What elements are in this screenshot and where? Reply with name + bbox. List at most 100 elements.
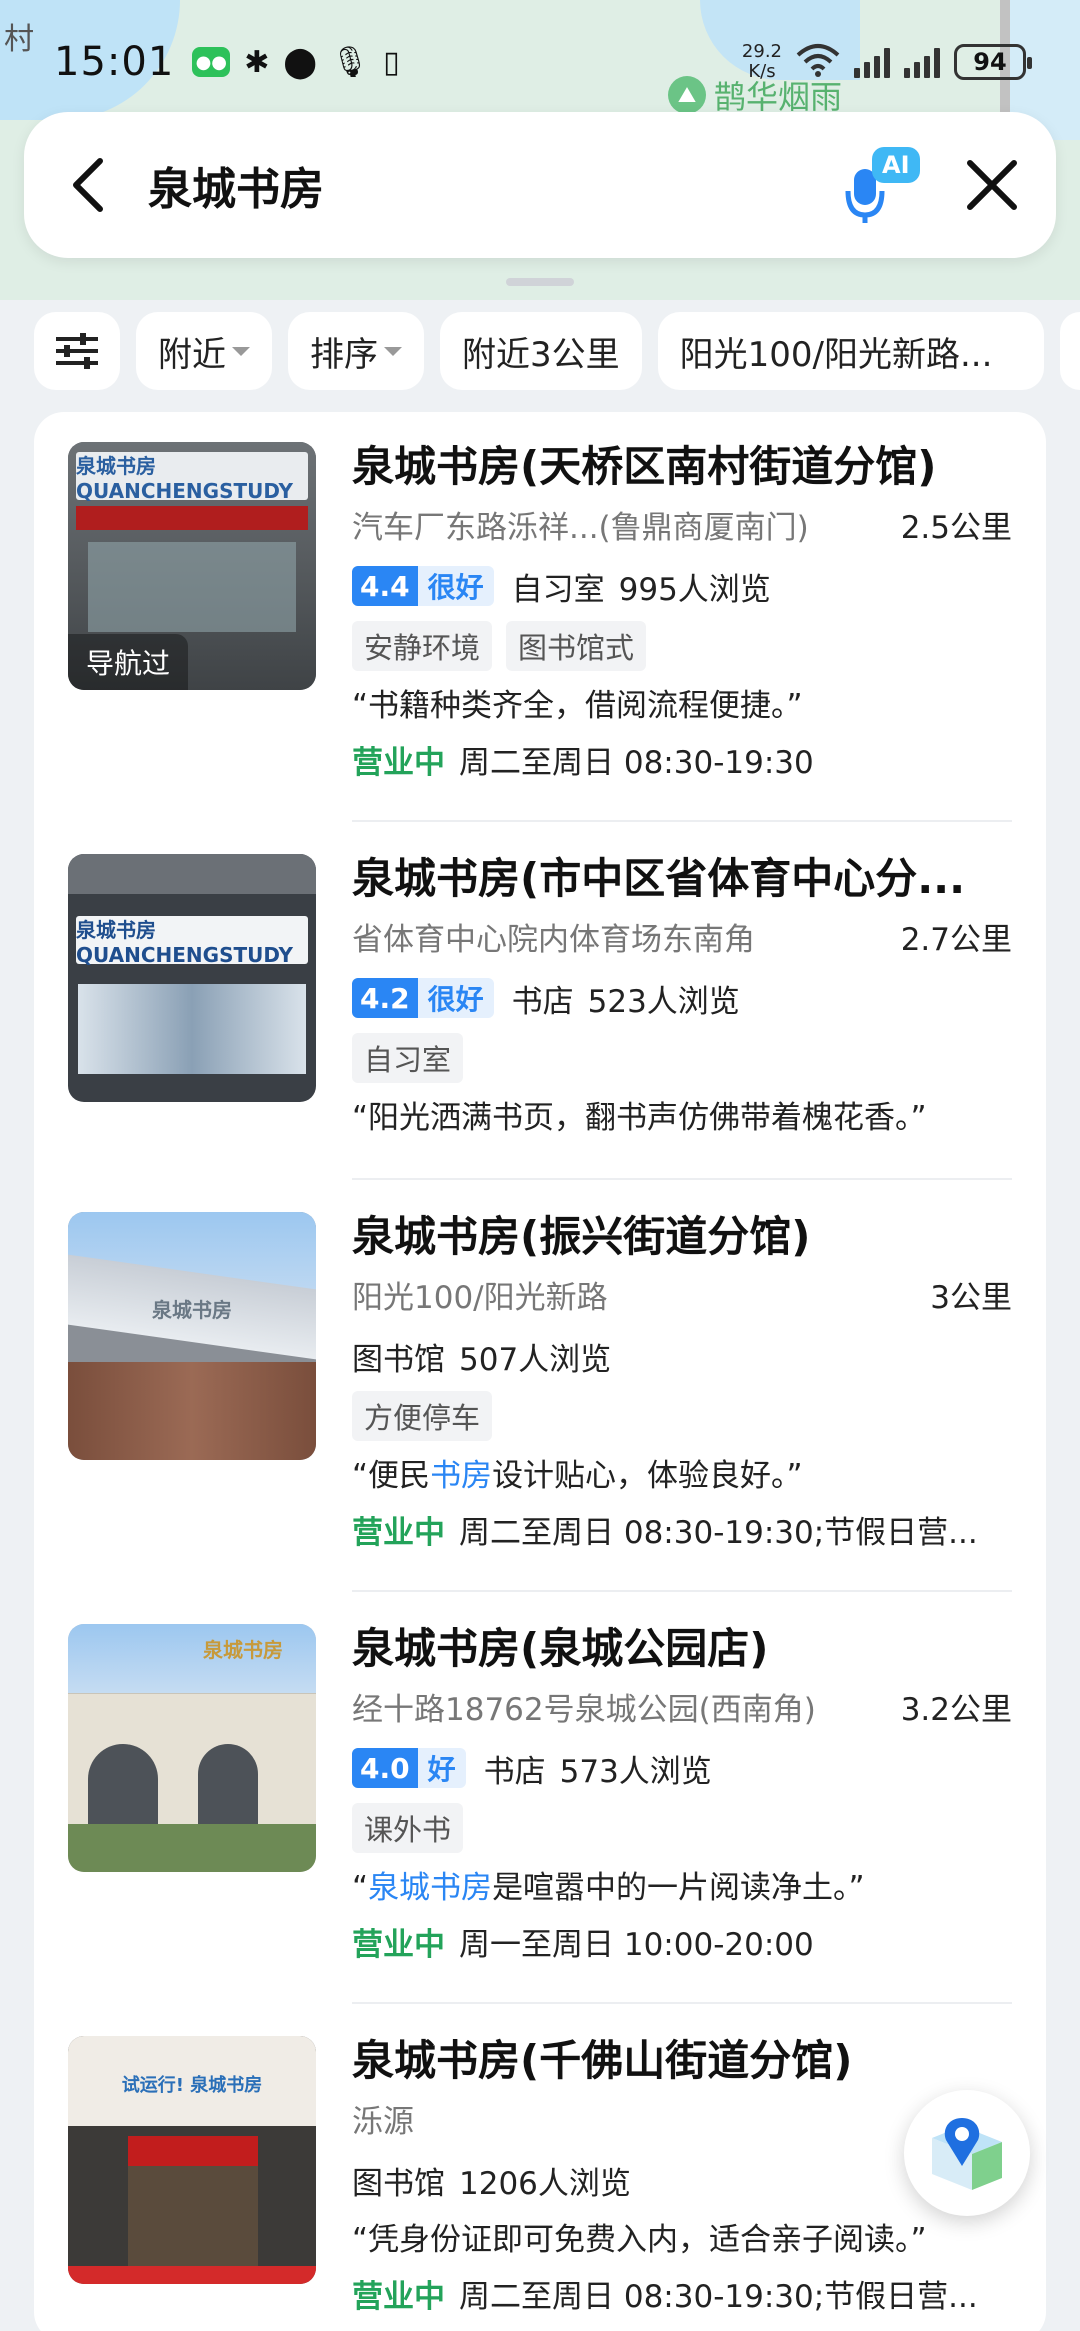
result-address: 阳光100/阳光新路 xyxy=(352,1280,608,1316)
result-address: 省体育中心院内体育场东南角 xyxy=(352,922,755,958)
result-category: 书店 xyxy=(511,983,574,1020)
result-thumbnail[interactable]: 泉城书房 xyxy=(68,1624,316,1872)
back-button[interactable] xyxy=(58,155,118,215)
status-system-icons: 29.2 K/s 94 xyxy=(741,41,1032,82)
result-thumbnail[interactable]: 试运行! 泉城书房 xyxy=(68,2036,316,2284)
review-quote: “凭身份证即可免费入内，适合亲子阅读。” xyxy=(352,2222,927,2258)
review-quote: “泉城书房是喧嚣中的一片阅读净土。” xyxy=(352,1870,865,1906)
chevron-left-icon xyxy=(73,158,103,212)
tags-row: 方便停车 xyxy=(352,1390,1012,1442)
hours-row: 营业中 周一至周日 10:00-20:00 xyxy=(352,1918,1012,1972)
result-views: 523人浏览 xyxy=(587,983,740,1020)
result-thumbnail[interactable]: 泉城书房 QUANCHENGSTUDY 导航过 xyxy=(68,442,316,690)
rating-badge: 4.4 很好 xyxy=(352,566,494,606)
microphone-icon: 🎙 xyxy=(331,44,370,80)
status-time: 15:01 xyxy=(54,39,175,85)
filter-distance[interactable]: 附近3公里 xyxy=(440,312,642,390)
opening-hours: 周二至周日 08:30-19:30;节假日营... xyxy=(459,2279,978,2315)
result-distance: 2.7公里 xyxy=(900,922,1012,958)
network-speed: 29.2 K/s xyxy=(741,41,782,82)
visited-tag: 导航过 xyxy=(68,634,189,690)
filter-settings-button[interactable] xyxy=(34,312,120,390)
divider xyxy=(352,1590,1012,1592)
filter-nearby[interactable]: 附近 xyxy=(136,312,272,390)
sheet-drag-handle[interactable] xyxy=(506,278,574,286)
hours-row: 营业中 周二至周日 08:30-19:30;节假日营... xyxy=(352,1506,1012,1560)
filter-bar: 附近 排序 附近3公里 阳光100/阳光新路... xyxy=(34,312,1080,390)
ai-voice-button[interactable]: AI xyxy=(844,145,924,225)
result-info: 泉城书房(振兴街道分馆) 阳光100/阳光新路 3公里 图书馆 507人浏览 方… xyxy=(352,1208,1012,1560)
result-views: 1206人浏览 xyxy=(459,2165,631,2202)
result-views: 573人浏览 xyxy=(559,1753,712,1790)
ai-badge: AI xyxy=(882,151,910,179)
result-thumbnail[interactable]: 泉城书房 QUANCHENGSTUDY xyxy=(68,854,316,1102)
open-status: 营业中 xyxy=(352,745,445,781)
wechat-icon: ●● xyxy=(192,47,231,77)
hours-row: 营业中 周二至周日 08:30-19:30;节假日营... xyxy=(352,2270,1012,2324)
result-category: 图书馆 xyxy=(352,1341,445,1378)
result-title[interactable]: 泉城书房(千佛山街道分馆) xyxy=(352,2032,1012,2090)
address-row: 省体育中心院内体育场东南角 2.7公里 xyxy=(352,914,1012,966)
result-info: 泉城书房(市中区省体育中心分... 省体育中心院内体育场东南角 2.7公里 4.… xyxy=(352,850,1012,1146)
address-row: 阳光100/阳光新路 3公里 xyxy=(352,1272,1012,1324)
result-title[interactable]: 泉城书房(泉城公园店) xyxy=(352,1620,1012,1678)
result-thumbnail[interactable]: 泉城书房 xyxy=(68,1212,316,1460)
battery-icon: 94 xyxy=(954,44,1032,80)
result-views: 507人浏览 xyxy=(459,1341,612,1378)
tags-row: 课外书 xyxy=(352,1802,1012,1854)
result-category: 书店 xyxy=(483,1753,546,1790)
search-query[interactable]: 泉城书房 xyxy=(148,153,324,217)
meta-row: 图书馆 507人浏览 xyxy=(352,1330,1012,1382)
review-quote: “书籍种类齐全，借阅流程便捷。” xyxy=(352,688,803,724)
filter-more[interactable] xyxy=(1059,312,1080,390)
meta-row: 4.0 好 书店 573人浏览 xyxy=(352,1742,1012,1794)
caret-down-icon xyxy=(232,346,250,356)
result-distance: 3公里 xyxy=(930,1280,1012,1316)
close-icon xyxy=(967,160,1017,210)
bluetooth-icon: ✱ xyxy=(244,44,270,80)
divider xyxy=(352,1178,1012,1180)
meta-row: 4.2 很好 书店 523人浏览 xyxy=(352,972,1012,1024)
meta-row: 4.4 很好 自习室 995人浏览 xyxy=(352,560,1012,612)
open-status: 营业中 xyxy=(352,2279,445,2315)
signal-icon xyxy=(854,46,890,78)
feature-tag: 自习室 xyxy=(352,1033,464,1083)
result-distance: 2.5公里 xyxy=(900,510,1012,546)
opening-hours: 周二至周日 08:30-19:30 xyxy=(459,745,814,781)
vibrate-icon: ▯ xyxy=(383,44,400,80)
feature-tag: 图书馆式 xyxy=(506,621,647,671)
divider xyxy=(352,2002,1012,2004)
storefront-sign: 泉城书房 xyxy=(203,1637,283,1662)
result-title[interactable]: 泉城书房(振兴街道分馆) xyxy=(352,1208,1012,1266)
feature-tag: 安静环境 xyxy=(352,621,493,671)
opening-hours: 周二至周日 08:30-19:30;节假日营... xyxy=(459,1515,978,1551)
address-row: 经十路18762号泉城公园(西南角) 3.2公里 xyxy=(352,1684,1012,1736)
storefront-sign: 泉城书房 QUANCHENGSTUDY xyxy=(76,916,308,967)
result-address: 泺源 xyxy=(352,2104,414,2140)
result-category: 图书馆 xyxy=(352,2165,445,2202)
status-notification-icons: ●● ✱ ⬤ 🎙 ▯ xyxy=(192,44,400,80)
map-view-button[interactable] xyxy=(904,2090,1030,2216)
filter-area[interactable]: 阳光100/阳光新路... xyxy=(657,312,1044,390)
tags-row: 安静环境 图书馆式 xyxy=(352,620,1012,672)
search-bar[interactable]: 泉城书房 AI xyxy=(24,112,1056,258)
caret-down-icon xyxy=(384,346,402,356)
storefront-sign: 泉城书房 QUANCHENGSTUDY xyxy=(76,452,308,503)
open-status: 营业中 xyxy=(352,1927,445,1963)
storefront-sign: 试运行! 泉城书房 xyxy=(121,2075,263,2096)
wifi-icon xyxy=(796,43,840,81)
open-status: 营业中 xyxy=(352,1515,445,1551)
rating-badge: 4.0 好 xyxy=(352,1748,466,1788)
result-address: 汽车厂东路泺祥...(鲁鼎商厦南门) xyxy=(352,510,809,546)
review-quote: “便民书房设计贴心，体验良好。” xyxy=(352,1458,803,1494)
result-title[interactable]: 泉城书房(天桥区南村街道分馆) xyxy=(352,438,1012,496)
filter-sort[interactable]: 排序 xyxy=(288,312,424,390)
result-distance: 3.2公里 xyxy=(900,1692,1012,1728)
result-title[interactable]: 泉城书房(市中区省体育中心分... xyxy=(352,850,1012,908)
result-views: 995人浏览 xyxy=(618,571,771,608)
status-bar: 15:01 ●● ✱ ⬤ 🎙 ▯ 29.2 K/s 94 xyxy=(0,30,1080,94)
opening-hours: 周一至周日 10:00-20:00 xyxy=(459,1927,814,1963)
result-category: 自习室 xyxy=(511,571,605,608)
tags-row: 自习室 xyxy=(352,1032,1012,1084)
close-button[interactable] xyxy=(962,155,1022,215)
